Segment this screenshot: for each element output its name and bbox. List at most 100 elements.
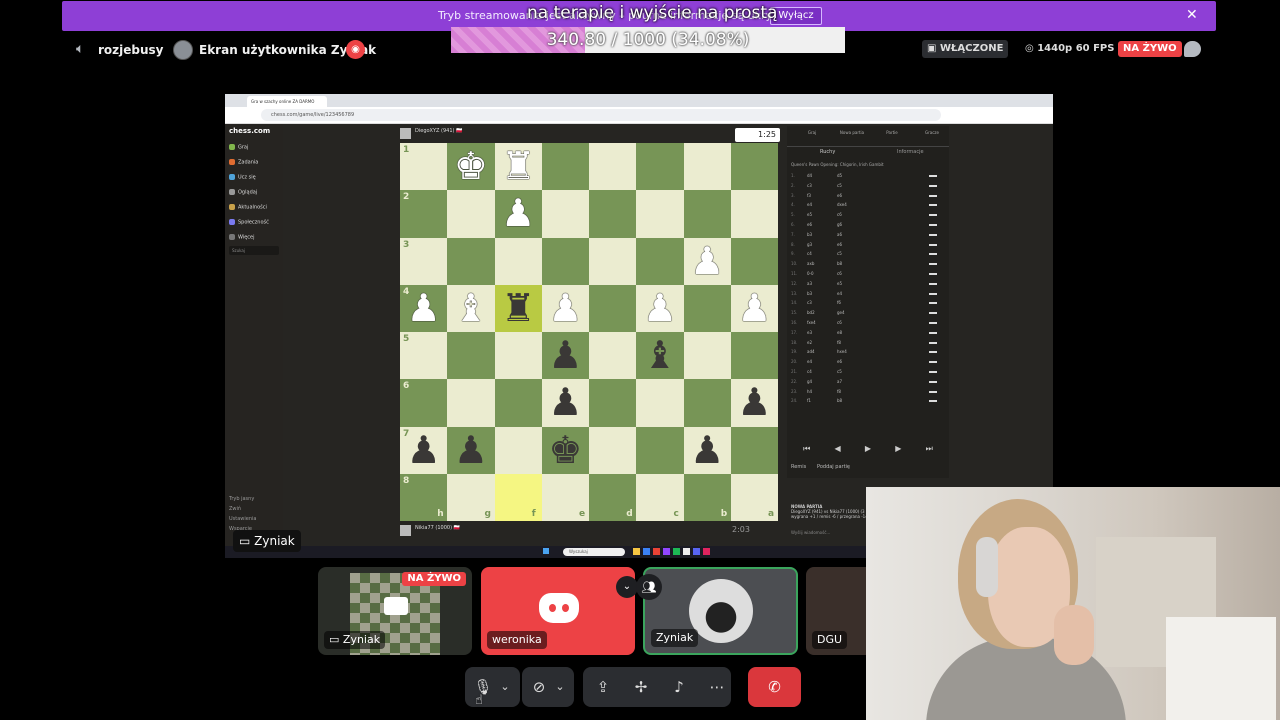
white-move[interactable]: f1 xyxy=(807,398,811,403)
white-move[interactable]: g4 xyxy=(807,379,812,384)
sidebar-bottom-item[interactable]: Tryb jasny xyxy=(229,496,254,502)
black-move[interactable]: c6 xyxy=(837,320,842,325)
board-square[interactable] xyxy=(589,190,637,238)
sidebar-item[interactable]: Zadania xyxy=(229,159,258,166)
move-row[interactable]: 13. b3 e4 xyxy=(791,291,941,298)
white-move[interactable]: h4 xyxy=(807,389,812,394)
folder-icon[interactable] xyxy=(633,548,640,555)
move-row[interactable]: 12. a3 e5 xyxy=(791,281,941,288)
board-square[interactable] xyxy=(589,143,637,191)
browser-tab[interactable]: Gra w szachy online ZA DARMO xyxy=(247,96,327,107)
discord-icon[interactable] xyxy=(693,548,700,555)
board-square[interactable] xyxy=(730,237,778,285)
board-square[interactable] xyxy=(447,190,495,238)
move-row[interactable]: 7. b3 a6 xyxy=(791,232,941,239)
black-pawn-icon[interactable]: ♟ xyxy=(542,379,589,426)
first-move-icon[interactable]: ⏮ xyxy=(803,444,810,458)
black-king-icon[interactable]: ♚ xyxy=(542,427,589,474)
close-icon[interactable]: ✕ xyxy=(1186,7,1198,23)
white-pawn-icon[interactable]: ♟ xyxy=(684,238,731,285)
resign-button[interactable]: Poddaj partię xyxy=(817,464,850,470)
move-row[interactable]: 19. ad4 hxe4 xyxy=(791,349,941,356)
board-square[interactable] xyxy=(730,332,778,380)
move-row[interactable]: 22. g4 a7 xyxy=(791,379,941,386)
leave-call-button[interactable]: ✆ xyxy=(748,667,801,707)
chess-board[interactable]: ♚ ♜ ♟ ♟ ♟ ♝ ♜ ♟ ♟ ♟ ♟ ♝ ♟ ♟ ♟ ♟ ♚ ♟ 1 2 3 4 5 6 7 8 h g f e d c b a xyxy=(400,143,778,521)
black-move[interactable]: e6 xyxy=(837,359,842,364)
black-move[interactable]: c5 xyxy=(837,251,842,256)
draw-button[interactable]: Remis xyxy=(791,464,806,470)
board-square[interactable] xyxy=(589,284,637,332)
camera-control[interactable]: ⊘ ⌄ xyxy=(522,667,574,707)
board-square[interactable] xyxy=(589,426,637,474)
black-move[interactable]: d5 xyxy=(837,173,842,178)
url-bar[interactable]: chess.com/game/live/123456789 xyxy=(261,109,941,121)
chevron-down-icon[interactable]: ⌄ xyxy=(616,576,638,598)
board-square[interactable] xyxy=(447,332,495,380)
chevron-down-icon[interactable]: ⌄ xyxy=(497,667,513,707)
participant-tile-stream[interactable]: NA ŻYWO ▭ Zyniak xyxy=(318,567,472,655)
camera-off-icon[interactable]: ⊘ xyxy=(528,667,550,707)
black-move[interactable]: ge4 xyxy=(837,310,845,315)
black-move[interactable]: g6 xyxy=(837,222,842,227)
black-move[interactable]: f8 xyxy=(837,389,841,394)
app-icon[interactable] xyxy=(683,548,690,555)
tab-info[interactable]: Informacje xyxy=(897,149,924,155)
black-pawn-icon[interactable]: ♟ xyxy=(731,379,778,426)
black-move[interactable]: e8 xyxy=(837,330,842,335)
move-row[interactable]: 17. e3 e8 xyxy=(791,330,941,337)
move-row[interactable]: 24. f1 b8 xyxy=(791,398,941,405)
move-row[interactable]: 2. c3 c5 xyxy=(791,183,941,190)
white-move[interactable]: e3 xyxy=(807,330,812,335)
move-row[interactable]: 6. e6 g6 xyxy=(791,222,941,229)
white-move[interactable]: ad4 xyxy=(807,349,815,354)
board-square[interactable] xyxy=(683,190,731,238)
move-row[interactable]: 18. e2 f8 xyxy=(791,340,941,347)
black-move[interactable]: e5 xyxy=(837,281,842,286)
white-move[interactable]: g3 xyxy=(807,242,812,247)
last-move-icon[interactable]: ⏭ xyxy=(926,444,933,458)
participant-tile-dgu[interactable]: DGU xyxy=(806,567,866,655)
white-move[interactable]: e5 xyxy=(807,212,812,217)
black-move[interactable]: b8 xyxy=(837,261,842,266)
more-icon[interactable]: ⋯ xyxy=(705,667,729,707)
black-pawn-icon[interactable]: ♟ xyxy=(447,427,494,474)
next-move-icon[interactable]: ▶ xyxy=(895,444,901,458)
black-move[interactable]: c6 xyxy=(837,271,842,276)
board-square[interactable] xyxy=(541,237,589,285)
move-row[interactable]: 8. g3 e6 xyxy=(791,242,941,249)
board-square[interactable] xyxy=(636,143,684,191)
move-row[interactable]: 1. d4 d5 xyxy=(791,173,941,180)
board-square[interactable] xyxy=(494,332,542,380)
edge-icon[interactable] xyxy=(643,548,650,555)
white-move[interactable]: e4 xyxy=(807,359,812,364)
chat-icon[interactable] xyxy=(1184,41,1201,57)
sidebar-item[interactable]: Ucz się xyxy=(229,174,256,181)
black-move[interactable]: c5 xyxy=(837,183,842,188)
white-move[interactable]: c4 xyxy=(807,369,812,374)
white-king-icon[interactable]: ♚ xyxy=(447,143,494,190)
board-square[interactable] xyxy=(730,426,778,474)
activities-icon[interactable]: ✢ xyxy=(629,667,653,707)
white-bishop-icon[interactable]: ♝ xyxy=(447,285,494,332)
panel-tab[interactable]: Gracze xyxy=(913,130,951,135)
white-move[interactable]: c3 xyxy=(807,300,812,305)
black-move[interactable]: a6 xyxy=(837,232,842,237)
move-row[interactable]: 23. h4 f8 xyxy=(791,389,941,396)
tab-moves[interactable]: Ruchy xyxy=(820,149,835,155)
sidebar-item[interactable]: Oglądaj xyxy=(229,189,257,196)
move-row[interactable]: 16. fxe4 c6 xyxy=(791,320,941,327)
panel-tab[interactable]: Graj xyxy=(793,130,831,135)
board-square[interactable] xyxy=(683,284,731,332)
sidebar-item[interactable]: Graj xyxy=(229,144,248,151)
panel-tab[interactable]: Nowa partia xyxy=(833,130,871,135)
black-move[interactable]: hxe4 xyxy=(837,349,847,354)
board-square[interactable] xyxy=(541,190,589,238)
white-pawn-icon[interactable]: ♟ xyxy=(542,285,589,332)
microphone-control[interactable]: 🎙︎ ⌄ xyxy=(465,667,520,707)
white-pawn-icon[interactable]: ♟ xyxy=(636,285,683,332)
black-pawn-icon[interactable]: ♟ xyxy=(684,427,731,474)
board-square[interactable] xyxy=(683,143,731,191)
move-row[interactable]: 21. c4 c5 xyxy=(791,369,941,376)
white-move[interactable]: b3 xyxy=(807,232,812,237)
